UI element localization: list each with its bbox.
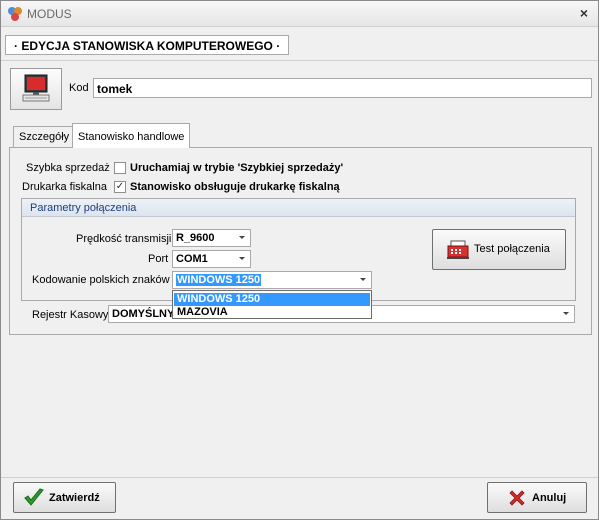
chevron-down-icon bbox=[360, 278, 366, 281]
zatwierdz-button[interactable]: Zatwierdź bbox=[13, 482, 116, 513]
checkmark-icon: ✓ bbox=[115, 181, 125, 192]
close-icon[interactable]: × bbox=[580, 5, 588, 21]
szybka-sprzedaz-checkbox[interactable] bbox=[114, 162, 126, 174]
tab-stanowisko-handlowe[interactable]: Stanowisko handlowe bbox=[72, 123, 191, 148]
group-title: Parametry połączenia bbox=[22, 199, 575, 217]
computer-icon-button[interactable] bbox=[10, 68, 62, 110]
kod-label: Kod bbox=[69, 82, 89, 94]
x-icon bbox=[509, 490, 525, 506]
drukarka-fiskalna-label: Drukarka fiskalna bbox=[22, 181, 107, 193]
drukarka-fiskalna-checkbox[interactable]: ✓ bbox=[114, 181, 126, 193]
kodowanie-dropdown-list[interactable]: WINDOWS 1250 MAZOVIA bbox=[172, 290, 372, 319]
computer-icon bbox=[22, 74, 50, 102]
modus-window: MODUS × · EDYCJA STANOWISKA KOMPUTEROWEG… bbox=[0, 0, 599, 520]
kodowanie-value: WINDOWS 1250 bbox=[176, 274, 262, 286]
chevron-down-icon bbox=[563, 312, 569, 315]
port-label: Port bbox=[148, 253, 169, 265]
anuluj-label: Anuluj bbox=[532, 492, 567, 504]
predkosc-combo[interactable]: R_9600 bbox=[172, 229, 251, 247]
chevron-down-icon bbox=[239, 236, 245, 239]
kod-input[interactable]: tomek bbox=[93, 78, 592, 98]
predkosc-label: Prędkość transmisji bbox=[76, 233, 172, 245]
tab-szczegoly[interactable]: Szczegóły bbox=[13, 126, 76, 147]
footer-divider bbox=[1, 477, 598, 478]
port-value: COM1 bbox=[176, 253, 208, 265]
port-combo[interactable]: COM1 bbox=[172, 250, 251, 268]
page-title: · EDYCJA STANOWISKA KOMPUTEROWEGO · bbox=[5, 35, 290, 55]
header-divider bbox=[1, 60, 598, 61]
zatwierdz-label: Zatwierdź bbox=[49, 492, 100, 504]
app-icon bbox=[8, 7, 22, 21]
rejestr-kasowy-value: DOMYŚLNY bbox=[112, 308, 175, 320]
kodowanie-combo[interactable]: WINDOWS 1250 bbox=[172, 271, 372, 289]
test-polaczenia-button[interactable]: Test połączenia bbox=[432, 229, 566, 270]
predkosc-value: R_9600 bbox=[176, 232, 215, 244]
test-polaczenia-label: Test połączenia bbox=[474, 243, 550, 255]
szybka-sprzedaz-label: Szybka sprzedaż bbox=[26, 162, 110, 174]
chevron-down-icon bbox=[239, 257, 245, 260]
drukarka-fiskalna-text[interactable]: Stanowisko obsługuje drukarkę fiskalną bbox=[130, 181, 340, 193]
szybka-sprzedaz-text[interactable]: Uruchamiaj w trybie 'Szybkiej sprzedaży' bbox=[130, 162, 343, 174]
dropdown-option-windows-1250[interactable]: WINDOWS 1250 bbox=[174, 293, 370, 306]
anuluj-button[interactable]: Anuluj bbox=[487, 482, 587, 513]
kodowanie-label: Kodowanie polskich znaków bbox=[32, 274, 170, 286]
dropdown-option-mazovia[interactable]: MAZOVIA bbox=[174, 306, 370, 319]
rejestr-kasowy-label: Rejestr Kasowy bbox=[32, 309, 109, 321]
window-title: MODUS bbox=[27, 7, 72, 21]
check-icon bbox=[24, 488, 44, 506]
cash-register-icon bbox=[447, 240, 469, 259]
title-bar[interactable]: MODUS × bbox=[1, 1, 598, 27]
